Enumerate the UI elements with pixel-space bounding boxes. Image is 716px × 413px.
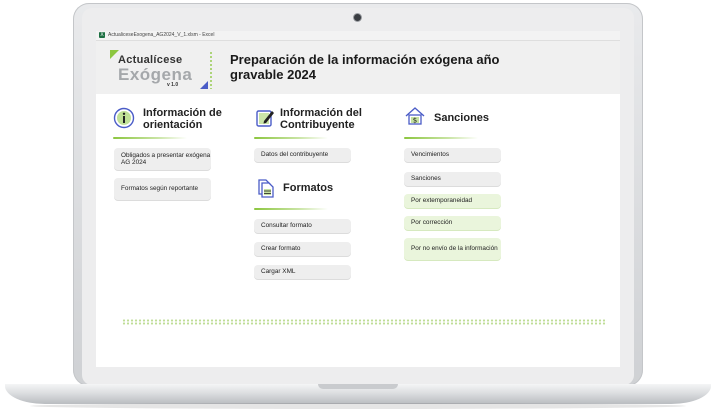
laptop-base-notch (318, 384, 398, 389)
vencimientos-button[interactable]: Vencimientos (404, 148, 501, 162)
section-underline (113, 137, 187, 139)
svg-text:$: $ (413, 117, 417, 125)
documents-icon (254, 177, 276, 199)
consultar-formato-button[interactable]: Consultar formato (254, 219, 351, 233)
obligados-button[interactable]: Obligados a presentar exógena AG 2024 (114, 148, 211, 170)
laptop-shadow (30, 403, 686, 409)
section-underline (404, 137, 478, 139)
crear-formato-button[interactable]: Crear formato (254, 242, 351, 256)
sanciones-button[interactable]: Sanciones (404, 172, 501, 186)
correccion-button[interactable]: Por corrección (404, 216, 501, 230)
edit-document-icon (254, 107, 276, 129)
cargar-xml-button[interactable]: Cargar XML (254, 265, 351, 279)
section-title-formatos: Formatos (283, 182, 334, 194)
excel-icon: X (99, 32, 105, 38)
logo-line2: Exógena (118, 65, 193, 84)
window-title: ActualiceseExogena_AG2024_V_1.xlsm - Exc… (108, 32, 215, 38)
page-title: Preparación de la información exógena añ… (230, 52, 500, 82)
datos-contribuyente-button[interactable]: Datos del contribuyente (254, 148, 351, 162)
section-underline (254, 137, 328, 139)
excel-window: X ActualiceseExogena_AG2024_V_1.xlsm - E… (96, 31, 620, 367)
info-icon (113, 107, 135, 129)
section-title-sanciones: Sanciones (434, 112, 490, 124)
section-underline (254, 208, 328, 210)
window-titlebar: X ActualiceseExogena_AG2024_V_1.xlsm - E… (96, 31, 620, 41)
logo-version: v 1.0 (167, 82, 179, 88)
logo-corner-icon (200, 81, 208, 89)
house-money-icon: $ (404, 105, 426, 127)
footer-dots-decoration (122, 319, 607, 325)
actualicese-exogena-logo: Actualícese Exógena v 1.0 (110, 48, 208, 90)
webcam (354, 14, 361, 21)
extemporaneidad-button[interactable]: Por extemporaneidad (404, 194, 501, 208)
formatos-reportante-button[interactable]: Formatos según reportante (114, 178, 211, 200)
section-title-contribuyente: Información del Contribuyente (280, 107, 362, 131)
no-envio-button[interactable]: Por no envío de la información (404, 238, 501, 260)
header-dots-decoration (209, 51, 213, 89)
section-title-orientacion: Información de orientación (143, 107, 222, 131)
page-header: Actualícese Exógena v 1.0 Preparación de… (96, 41, 620, 94)
